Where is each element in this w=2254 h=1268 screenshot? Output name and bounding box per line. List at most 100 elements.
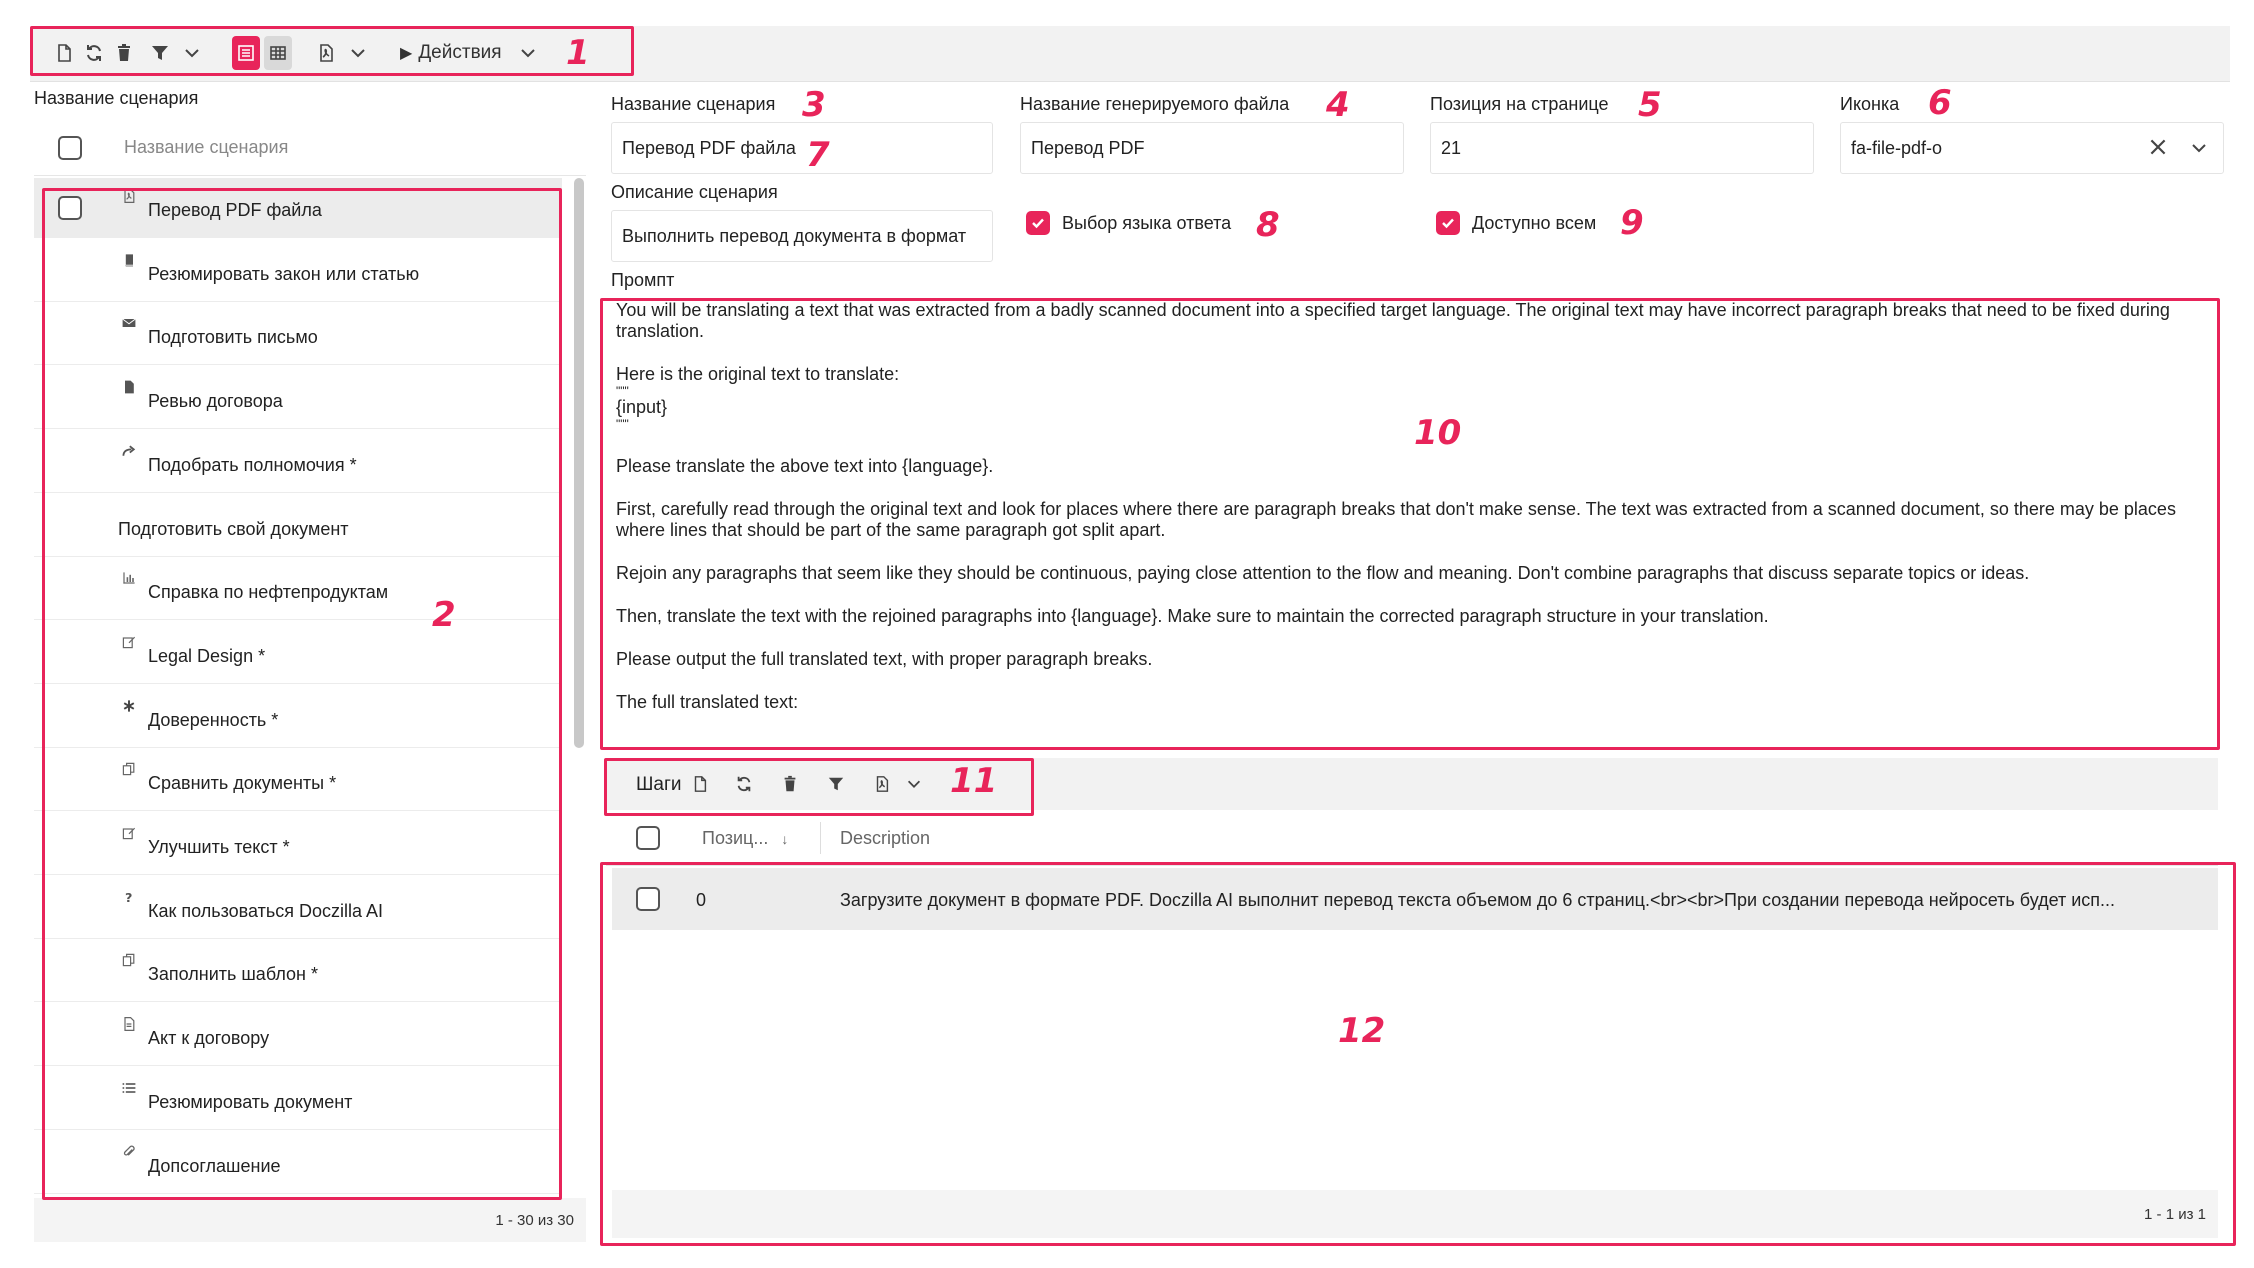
list-item[interactable]: Резюмировать закон или статью [34,242,562,302]
actions-menu-button[interactable]: ▶ Действия [400,38,538,68]
steps-pager: 1 - 1 из 1 [612,1190,2218,1238]
list-item[interactable]: Заполнить шаблон * [34,942,562,1003]
list-title: Название сценария [34,88,199,108]
list-item-label: Резюмировать документ [148,1091,353,1112]
pdf-icon[interactable] [870,772,894,796]
annotation-marker: 9 [1620,203,1644,243]
new-file-icon[interactable] [688,772,712,796]
prompt-paragraph: Then, translate the text with the rejoin… [616,606,1769,626]
annotation-marker: 6 [1928,83,1952,123]
row-description: Загрузите документ в формате PDF. Doczil… [840,890,2116,910]
list-item-label: Допсоглашение [148,1155,281,1176]
sort-arrow-icon: ↓ [781,831,789,847]
list-item[interactable]: Допсоглашение [34,1134,562,1194]
copy-icon [120,952,138,970]
prompt-textarea[interactable]: You will be translating a text that was … [606,300,2214,748]
refresh-icon[interactable] [732,772,756,796]
list-item[interactable]: Ревью договора [34,369,562,430]
table-row[interactable]: 0 Загрузите документ в формате PDF. Docz… [612,868,2218,930]
pdf-icon[interactable] [312,36,340,70]
column-header-description[interactable]: Description [840,828,930,849]
file-name-input[interactable]: Перевод PDF [1020,122,1404,174]
list-item[interactable]: Сравнить документы * [34,751,562,812]
annotation-marker: 3 [802,85,826,125]
prompt-paragraph: Rejoin any paragraphs that seem like the… [616,563,2030,583]
list-item[interactable]: Резюмировать документ [34,1070,562,1130]
prompt-paragraph: The full translated text: [616,692,799,712]
list-icon [120,1080,138,1098]
main-toolbar: ▶ Действия [30,26,2230,82]
list-item-label: Резюмировать закон или статью [148,263,420,284]
edit-icon [120,634,138,652]
list-item-label: Улучшить текст * [148,837,290,857]
list-item-label: Сравнить документы * [148,773,337,794]
scenario-name-input[interactable]: Перевод PDF файла [611,122,993,174]
list-item[interactable]: Перевод PDF файла [34,178,562,238]
prompt-label: Промпт [611,270,675,290]
list-item[interactable]: ? Как пользоваться Doczilla AI [34,879,562,939]
prompt-paragraph: You will be translating a text that was … [616,300,2170,341]
annotation-marker: 7 [806,135,830,175]
chevron-down-icon [518,43,538,63]
prompt-paragraph: Please translate the above text into {la… [616,456,994,476]
scenario-list: Перевод PDF файла Резюмировать закон или … [34,178,562,1198]
refresh-icon[interactable] [80,36,108,70]
list-column-header[interactable]: Название сценария [124,137,288,158]
select-all-checkbox[interactable] [58,136,82,160]
chevron-down-icon[interactable] [902,772,926,796]
row-checkbox[interactable] [636,887,660,911]
list-item-label: Legal Design * [148,645,266,666]
annotation-marker: 8 [1256,205,1280,245]
chevron-down-icon[interactable] [344,36,372,70]
chevron-down-icon[interactable] [2189,138,2209,158]
file-pdf-icon [120,188,138,206]
list-item[interactable]: Акт к договору [34,1006,562,1067]
public-access-checkbox[interactable] [1436,211,1460,235]
table-view-icon[interactable] [264,36,292,70]
clear-icon[interactable] [2147,136,2169,158]
description-input[interactable]: Выполнить перевод документа в формат [611,210,993,262]
filter-icon[interactable] [146,36,174,70]
filter-icon[interactable] [824,772,848,796]
list-item-label: Подготовить свой документ [118,518,349,539]
list-item-label: Подготовить письмо [148,327,318,348]
prompt-paragraph: {input} [616,397,668,417]
list-item[interactable]: Подобрать полномочия * [34,433,562,493]
prompt-paragraph: Please output the full translated text, … [616,649,1153,669]
row-checkbox[interactable] [58,196,82,220]
list-item-label: Как пользоваться Doczilla AI [148,900,384,921]
position-input[interactable]: 21 [1430,122,1814,174]
envelope-icon [120,315,138,333]
annotation-marker: 2 [432,595,456,635]
file-icon [120,379,138,397]
chevron-down-icon[interactable] [178,36,206,70]
annotation-marker: 12 [1338,1011,1386,1051]
list-item[interactable]: Подготовить свой документ [34,497,562,557]
description-label: Описание сценария [611,182,778,202]
form-view-icon[interactable] [232,36,260,70]
trash-icon[interactable] [110,36,138,70]
list-item[interactable]: Подготовить письмо [34,305,562,366]
list-scrollbar[interactable] [574,178,584,748]
list-pager: 1 - 30 из 30 [34,1198,586,1242]
book-icon [120,252,138,270]
list-item[interactable]: Legal Design * [34,624,562,684]
select-all-steps-checkbox[interactable] [636,826,660,850]
paperclip-icon [120,1144,138,1162]
list-item[interactable]: Улучшить текст * [34,815,562,875]
list-item-label: Акт к договору [148,1028,270,1049]
prompt-paragraph: Here is the original text to translate: [616,364,900,384]
icon-select[interactable]: fa-file-pdf-o [1840,122,2224,174]
list-count: 1 - 30 из 30 [495,1212,574,1229]
icon-label: Иконка [1840,94,1900,114]
play-icon: ▶ [400,45,413,62]
column-header-position[interactable]: Позиц... ↓ [702,828,788,849]
list-item[interactable]: Справка по нефтепродуктам [34,560,562,621]
asterisk-icon [120,698,138,716]
language-choice-checkbox[interactable] [1026,211,1050,235]
new-file-icon[interactable] [50,36,78,70]
position-label: Позиция на странице [1430,94,1609,114]
annotation-marker: 10 [1414,413,1462,453]
list-item[interactable]: Доверенность * [34,688,562,748]
trash-icon[interactable] [778,772,802,796]
